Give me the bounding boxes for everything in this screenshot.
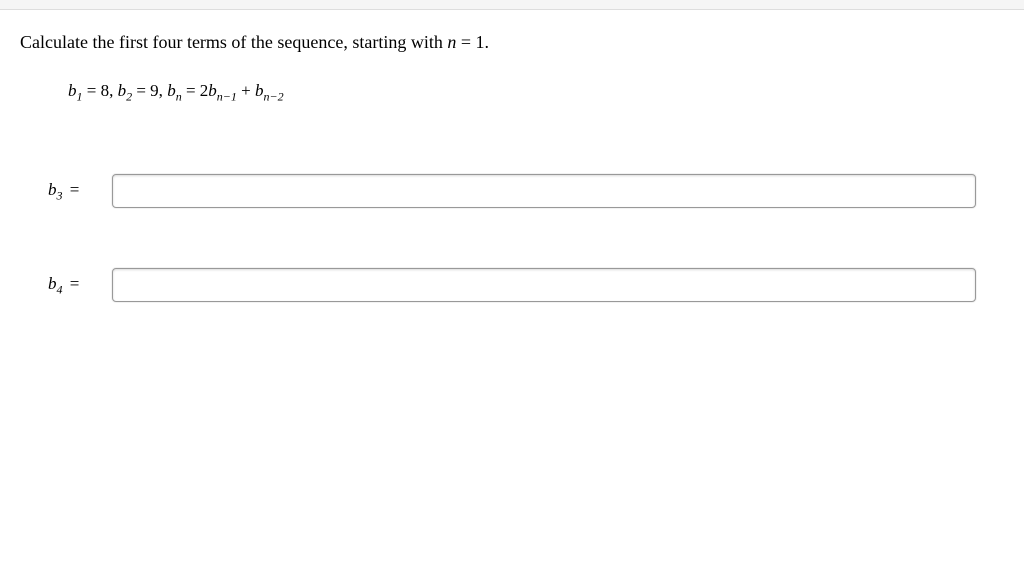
answer-row-b4: b4 =: [20, 268, 1004, 302]
b3-input[interactable]: [112, 174, 976, 208]
bn2-subscript: n−2: [263, 89, 283, 103]
b1-label: b: [68, 81, 77, 100]
bn1-subscript: n−1: [217, 89, 237, 103]
b4-subscript: 4: [57, 282, 63, 296]
b3-equals: =: [66, 180, 80, 199]
b4-equals: =: [66, 274, 80, 293]
b4-label: b4 =: [48, 274, 92, 297]
question-content: Calculate the first four terms of the se…: [0, 10, 1024, 384]
instruction-suffix: = 1.: [456, 32, 489, 52]
b3-label: b3 =: [48, 180, 92, 203]
b4-input[interactable]: [112, 268, 976, 302]
b4-var: b: [48, 274, 57, 293]
plus-sign: +: [237, 81, 255, 100]
b2-value: = 9,: [132, 81, 167, 100]
b2-label: b: [118, 81, 127, 100]
instruction-text: Calculate the first four terms of the se…: [20, 32, 1004, 53]
answer-row-b3: b3 =: [20, 174, 1004, 208]
instruction-prefix: Calculate the first four terms of the se…: [20, 32, 447, 52]
b3-subscript: 3: [57, 188, 63, 202]
recurrence-formula: b1 = 8, b2 = 9, bn = 2bn−1 + bn−2: [68, 81, 1004, 104]
bn-eq: = 2: [182, 81, 209, 100]
bn-label: b: [167, 81, 176, 100]
b1-value: = 8,: [83, 81, 118, 100]
bn1-label: b: [208, 81, 217, 100]
top-bar: [0, 0, 1024, 10]
b3-var: b: [48, 180, 57, 199]
